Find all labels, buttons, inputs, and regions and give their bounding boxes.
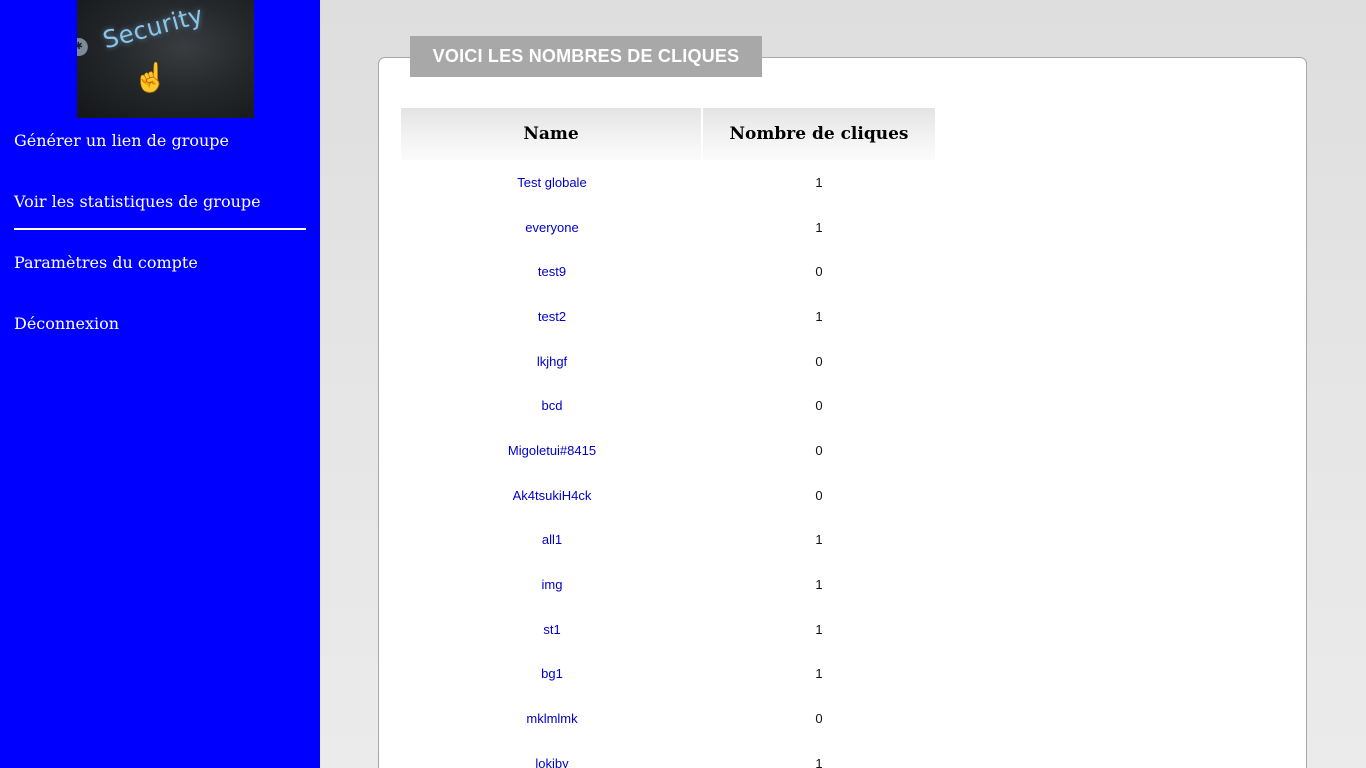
name-cell: bg1 — [401, 652, 703, 697]
name-cell: lkjhgf — [401, 339, 703, 384]
column-header-name: Name — [401, 108, 703, 160]
table-row: Ak4tsukiH4ck 0 — [401, 473, 935, 518]
table-row: Migoletui#8415 0 — [401, 428, 935, 473]
click-count-cell: 0 — [815, 264, 823, 280]
name-cell: lokiby — [401, 741, 703, 768]
group-name-link[interactable]: st1 — [543, 622, 560, 637]
group-name-link[interactable]: lkjhgf — [537, 354, 567, 369]
click-count-cell: 1 — [815, 666, 823, 682]
click-count-cell: 0 — [815, 487, 823, 503]
group-name-link[interactable]: Ak4tsukiH4ck — [513, 488, 592, 503]
name-cell: test9 — [401, 249, 703, 294]
table-row: bcd 0 — [401, 383, 935, 428]
table-row: lkjhgf 0 — [401, 339, 935, 384]
table-header-row: Name Nombre de cliques — [401, 108, 935, 160]
click-count-cell: 1 — [815, 532, 823, 548]
table-row: img 1 — [401, 562, 935, 607]
group-name-link[interactable]: Test globale — [517, 175, 586, 190]
group-name-link[interactable]: everyone — [525, 220, 578, 235]
click-count-cell: 0 — [815, 442, 823, 458]
table-row: bg1 1 — [401, 652, 935, 697]
click-count-cell: 1 — [815, 219, 823, 235]
click-count-cell: 1 — [815, 174, 823, 190]
name-cell: all1 — [401, 518, 703, 563]
name-cell: Test globale — [401, 160, 703, 205]
name-cell: mklmlmk — [401, 696, 703, 741]
sidebar-item-group-statistics[interactable]: Voir les statistiques de groupe — [14, 192, 261, 211]
name-cell: bcd — [401, 383, 703, 428]
sidebar-item-generate-group-link[interactable]: Générer un lien de groupe — [14, 131, 229, 150]
table-row: lokiby 1 — [401, 741, 935, 768]
group-name-link[interactable]: Migoletui#8415 — [508, 443, 596, 458]
group-name-link[interactable]: bg1 — [541, 666, 563, 681]
group-name-link[interactable]: test9 — [538, 264, 566, 279]
table-body: Test globale 1 everyone 1 test9 0 test2 1 lkjhgf… — [401, 160, 935, 768]
table-row: test9 0 — [401, 249, 935, 294]
click-count-cell: 1 — [815, 621, 823, 637]
name-cell: everyone — [401, 205, 703, 250]
column-header-clicks: Nombre de cliques — [703, 108, 935, 160]
click-count-cell: 1 — [815, 577, 823, 593]
table-row: everyone 1 — [401, 205, 935, 250]
click-count-cell: 1 — [815, 755, 823, 768]
page-title: VOICI LES NOMBRES DE CLIQUES — [410, 36, 762, 77]
group-name-link[interactable]: lokiby — [535, 756, 568, 768]
table-row: all1 1 — [401, 518, 935, 563]
table-row: test2 1 — [401, 294, 935, 339]
lock-badge-icon: ✱ — [77, 36, 90, 58]
name-cell: st1 — [401, 607, 703, 652]
sidebar: ✱ Security ☝ Générer un lien de groupe V… — [0, 0, 320, 768]
table-row: Test globale 1 — [401, 160, 935, 205]
clicks-table: Name Nombre de cliques Test globale 1 ever… — [401, 108, 935, 768]
group-name-link[interactable]: bcd — [542, 398, 563, 413]
table-row: mklmlmk 0 — [401, 696, 935, 741]
security-logo-text: Security — [99, 0, 207, 55]
sidebar-item-account-settings[interactable]: Paramètres du compte — [14, 253, 198, 272]
click-count-cell: 1 — [815, 308, 823, 324]
name-cell: test2 — [401, 294, 703, 339]
group-name-link[interactable]: mklmlmk — [526, 711, 577, 726]
click-count-cell: 0 — [815, 353, 823, 369]
name-cell: Migoletui#8415 — [401, 428, 703, 473]
sidebar-item-logout[interactable]: Déconnexion — [14, 314, 119, 333]
click-count-cell: 0 — [815, 398, 823, 414]
name-cell: Ak4tsukiH4ck — [401, 473, 703, 518]
group-name-link[interactable]: img — [542, 577, 563, 592]
group-name-link[interactable]: test2 — [538, 309, 566, 324]
pointer-hand-icon: ☝ — [133, 61, 168, 94]
security-logo-image: ✱ Security ☝ — [77, 0, 254, 118]
active-item-underline — [14, 228, 306, 230]
name-cell: img — [401, 562, 703, 607]
table-row: st1 1 — [401, 607, 935, 652]
group-name-link[interactable]: all1 — [542, 532, 562, 547]
click-count-cell: 0 — [815, 711, 823, 727]
